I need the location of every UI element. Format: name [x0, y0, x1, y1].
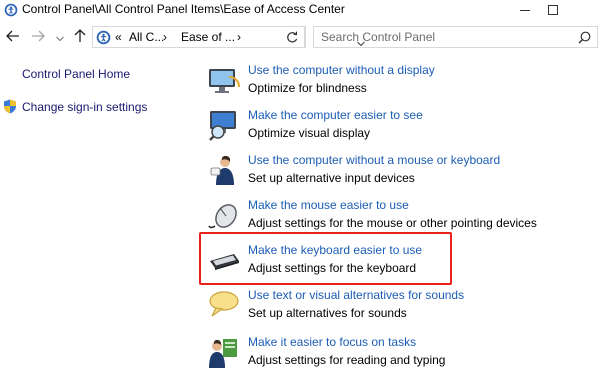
list-item: Make it easier to focus on tasks Adjust …	[207, 335, 597, 375]
search-icon[interactable]	[578, 31, 591, 49]
list-item: Make the computer easier to see Optimize…	[207, 108, 597, 148]
maximize-button[interactable]	[538, 0, 568, 20]
list-item: Use text or visual alternatives for soun…	[207, 288, 597, 328]
use-without-mouse-or-keyboard-link[interactable]: Use the computer without a mouse or keyb…	[248, 153, 500, 167]
sidebar-item-control-panel-home[interactable]: Control Panel Home	[22, 67, 130, 81]
search-input[interactable]: Search Control Panel	[313, 26, 598, 48]
item-description: Optimize for blindness	[248, 81, 367, 95]
search-placeholder: Search Control Panel	[321, 30, 436, 44]
item-description: Optimize visual display	[248, 126, 371, 140]
refresh-icon	[286, 31, 298, 49]
chevron-down-icon	[56, 29, 64, 47]
address-bar[interactable]: « All C... › Ease of ... ›	[92, 26, 365, 48]
refresh-button[interactable]	[281, 26, 305, 48]
use-without-display-link[interactable]: Use the computer without a display	[248, 63, 435, 77]
back-button[interactable]	[5, 30, 21, 46]
window-title: Control Panel\All Control Panel Items\Ea…	[22, 2, 345, 16]
minimize-button[interactable]	[510, 0, 540, 20]
breadcrumb-separator: ›	[237, 30, 241, 44]
recent-locations-button[interactable]	[52, 30, 68, 46]
breadcrumb-ease-of-access[interactable]: Ease of ...	[181, 30, 235, 44]
back-arrow-icon	[6, 29, 20, 47]
list-item: Use the computer without a display Optim…	[207, 63, 597, 103]
item-description: Adjust settings for reading and typing	[248, 353, 446, 367]
address-overflow[interactable]: «	[115, 30, 122, 44]
mouse-icon	[207, 198, 241, 232]
control-panel-icon	[96, 30, 111, 45]
ease-of-access-icon	[4, 3, 18, 17]
maximize-icon	[548, 5, 558, 15]
highlight-box	[199, 232, 452, 285]
forward-button[interactable]	[30, 30, 46, 46]
display-narrator-icon	[207, 63, 241, 97]
text-visual-alternatives-link[interactable]: Use text or visual alternatives for soun…	[248, 288, 464, 302]
list-item: Use the computer without a mouse or keyb…	[207, 153, 597, 193]
make-mouse-easier-link[interactable]: Make the mouse easier to use	[248, 198, 409, 212]
sidebar-item-change-sign-in-settings[interactable]: Change sign-in settings	[22, 100, 147, 114]
make-computer-easier-to-see-link[interactable]: Make the computer easier to see	[248, 108, 423, 122]
up-arrow-icon	[74, 28, 86, 48]
person-document-icon	[207, 335, 241, 369]
monitor-magnifier-icon	[207, 108, 241, 142]
item-description: Set up alternatives for sounds	[248, 306, 407, 320]
forward-arrow-icon	[31, 29, 45, 47]
breadcrumb-separator: ›	[163, 30, 167, 44]
up-button[interactable]	[72, 28, 88, 48]
item-description: Set up alternative input devices	[248, 171, 415, 185]
minimize-icon	[520, 5, 530, 15]
speech-bubble-icon	[207, 288, 241, 322]
breadcrumb-all-items[interactable]: All C...	[129, 30, 164, 44]
item-description: Adjust settings for the mouse or other p…	[248, 216, 537, 230]
shield-icon	[3, 99, 17, 119]
title-bar: Control Panel\All Control Panel Items\Ea…	[0, 0, 600, 20]
easier-to-focus-link[interactable]: Make it easier to focus on tasks	[248, 335, 416, 349]
person-speech-icon	[207, 153, 241, 187]
